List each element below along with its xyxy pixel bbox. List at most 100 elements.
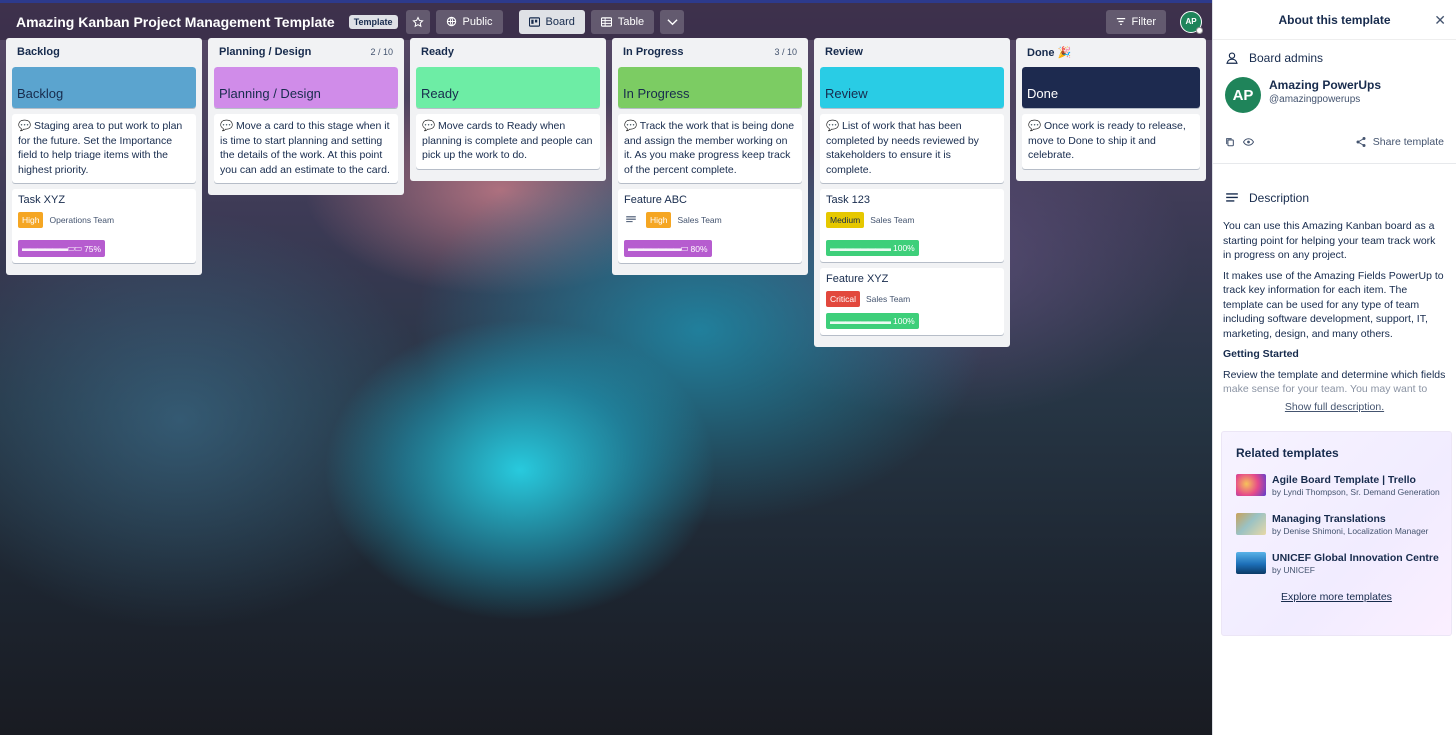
cover-card[interactable]: Review xyxy=(820,67,1004,108)
getting-started-heading: Getting Started xyxy=(1223,348,1299,360)
list-title[interactable]: Review xyxy=(825,46,863,58)
list-count: 2 / 10 xyxy=(370,47,393,57)
list-title[interactable]: In Progress xyxy=(623,46,684,58)
related-template-author: by UNICEF xyxy=(1272,564,1315,575)
list-done: Done 🎉 Done 💬 Once work is ready to rele… xyxy=(1016,38,1206,181)
list-ready: Ready Ready 💬 Move cards to Ready when p… xyxy=(410,38,606,181)
table-icon xyxy=(600,16,612,27)
description-card[interactable]: 💬 List of work that has been completed b… xyxy=(820,114,1004,183)
progress-value: 100% xyxy=(893,316,915,326)
card-description: 💬 Staging area to put work to plan for t… xyxy=(18,120,183,176)
list-title[interactable]: Ready xyxy=(421,46,454,58)
board-lists: Backlog Backlog 💬 Staging area to put wo… xyxy=(6,38,1206,347)
card-cover: Review xyxy=(820,67,1004,108)
description-icon xyxy=(1226,193,1238,202)
related-template-item[interactable]: UNICEF Global Innovation Centre by UNICE… xyxy=(1236,552,1451,575)
related-templates: Related templates Agile Board Template |… xyxy=(1221,430,1452,636)
team-label: Operations Team xyxy=(49,215,115,225)
task-card[interactable]: Task 123 Medium Sales Team ▬▬▬▬▬▬▬▬ 100% xyxy=(820,189,1004,262)
cover-card[interactable]: In Progress xyxy=(618,67,802,108)
globe-icon xyxy=(446,16,456,27)
view-board-label: Board xyxy=(545,15,575,28)
description-heading-label: Description xyxy=(1249,191,1310,205)
card-title: Feature XYZ xyxy=(826,273,889,285)
card-cover: In Progress xyxy=(618,67,802,108)
cover-card[interactable]: Backlog xyxy=(12,67,196,108)
description-paragraph: It makes use of the Amazing Fields Power… xyxy=(1223,269,1444,340)
progress-value: 100% xyxy=(893,243,915,253)
description-card[interactable]: 💬 Once work is ready to release, move to… xyxy=(1022,114,1200,169)
admin-profile[interactable]: AP Amazing PowerUps @amazingpowerups xyxy=(1213,77,1456,113)
list-title[interactable]: Done 🎉 xyxy=(1027,46,1071,59)
progress-value: 80% xyxy=(690,243,708,254)
card-cover: Backlog xyxy=(12,67,196,108)
card-title: Task 123 xyxy=(826,194,871,206)
eye-icon[interactable] xyxy=(1243,137,1254,147)
progress-value: 75% xyxy=(84,243,102,254)
card-description: 💬 Move cards to Ready when planning is c… xyxy=(422,120,593,161)
card-description: 💬 Once work is ready to release, move to… xyxy=(1028,120,1186,161)
list-title[interactable]: Planning / Design xyxy=(219,46,311,58)
explore-more-templates-link[interactable]: Explore more templates xyxy=(1236,591,1451,603)
about-template-panel: About this template ✕ Board admins AP Am… xyxy=(1212,0,1456,735)
progress-badge: ▬▬▬▬▬▬▭▭ 75% xyxy=(18,240,106,257)
related-template-author: by Lyndi Thompson, Sr. Demand Generation xyxy=(1272,486,1440,497)
share-icon xyxy=(1356,137,1366,147)
related-template-name: Agile Board Template | Trello xyxy=(1272,473,1416,486)
card-cover: Planning / Design xyxy=(214,67,398,108)
description-heading: Description xyxy=(1213,191,1456,205)
template-badge: Template xyxy=(348,14,398,29)
related-template-name: Managing Translations xyxy=(1272,512,1386,525)
view-board-button[interactable]: Board xyxy=(518,9,585,34)
filter-button[interactable]: Filter xyxy=(1105,9,1166,34)
board-admins-heading: Board admins xyxy=(1213,51,1456,65)
priority-badge: Critical xyxy=(826,291,860,307)
board-icon xyxy=(528,16,540,27)
description-card[interactable]: 💬 Move a card to this stage when it is t… xyxy=(214,114,398,183)
show-full-description-link[interactable]: Show full description. xyxy=(1213,401,1456,413)
cover-card[interactable]: Done xyxy=(1022,67,1200,108)
task-card[interactable]: Feature XYZ Critical Sales Team ▬▬▬▬▬▬▬▬… xyxy=(820,268,1004,335)
description-card[interactable]: 💬 Track the work that is being done and … xyxy=(618,114,802,183)
related-template-item[interactable]: Managing Translations by Denise Shimoni,… xyxy=(1236,513,1451,536)
user-avatar[interactable]: AP xyxy=(1180,10,1203,34)
priority-badge: High xyxy=(646,212,672,228)
filter-label: Filter xyxy=(1131,15,1156,28)
description-card[interactable]: 💬 Staging area to put work to plan for t… xyxy=(12,114,196,183)
list-in-progress: In Progress 3 / 10 In Progress 💬 Track t… xyxy=(612,38,808,275)
card-title: Feature ABC xyxy=(624,194,687,206)
task-card[interactable]: Task XYZ High Operations Team ▬▬▬▬▬▬▭▭ 75… xyxy=(12,189,196,263)
progress-badge: ▬▬▬▬▬▬▬▬ 100% xyxy=(826,313,919,329)
admin-name: Amazing PowerUps xyxy=(1269,77,1382,92)
share-template-button[interactable]: Share template xyxy=(1355,136,1444,148)
card-description: 💬 Track the work that is being done and … xyxy=(624,120,795,176)
list-title[interactable]: Backlog xyxy=(17,46,60,58)
cover-card[interactable]: Ready xyxy=(416,67,600,108)
visibility-button[interactable]: Public xyxy=(435,9,503,34)
star-button[interactable] xyxy=(405,9,430,34)
template-thumbnail xyxy=(1236,513,1266,535)
admins-heading-label: Board admins xyxy=(1249,51,1324,65)
related-template-name: UNICEF Global Innovation Centre xyxy=(1272,551,1439,564)
board-header: Amazing Kanban Project Management Templa… xyxy=(0,0,1212,40)
card-description: 💬 List of work that has been completed b… xyxy=(826,120,979,176)
description-icon xyxy=(626,216,636,223)
copy-icon[interactable] xyxy=(1225,137,1235,147)
board-title[interactable]: Amazing Kanban Project Management Templa… xyxy=(16,14,335,30)
team-label: Sales Team xyxy=(865,294,911,304)
more-views-button[interactable] xyxy=(660,9,685,34)
description-paragraph: Review the template and determine which … xyxy=(1223,368,1446,381)
view-table-button[interactable]: Table xyxy=(590,9,655,34)
task-card[interactable]: Feature ABC High Sales Team ▬▬▬▬▬▬▬▭ 80% xyxy=(618,189,802,263)
description-paragraph-faded: make sense for your team. You may want t… xyxy=(1223,383,1428,395)
related-template-author: by Denise Shimoni, Localization Manager xyxy=(1272,525,1429,536)
template-description: You can use this Amazing Kanban board as… xyxy=(1213,219,1456,397)
status-dot xyxy=(1196,26,1203,34)
related-template-item[interactable]: Agile Board Template | Trello by Lyndi T… xyxy=(1236,474,1451,497)
description-card[interactable]: 💬 Move cards to Ready when planning is c… xyxy=(416,114,600,169)
cover-card[interactable]: Planning / Design xyxy=(214,67,398,108)
close-icon[interactable]: ✕ xyxy=(1434,12,1446,29)
person-icon xyxy=(1226,52,1238,64)
admin-handle: @amazingpowerups xyxy=(1269,93,1361,105)
visibility-label: Public xyxy=(462,15,493,28)
